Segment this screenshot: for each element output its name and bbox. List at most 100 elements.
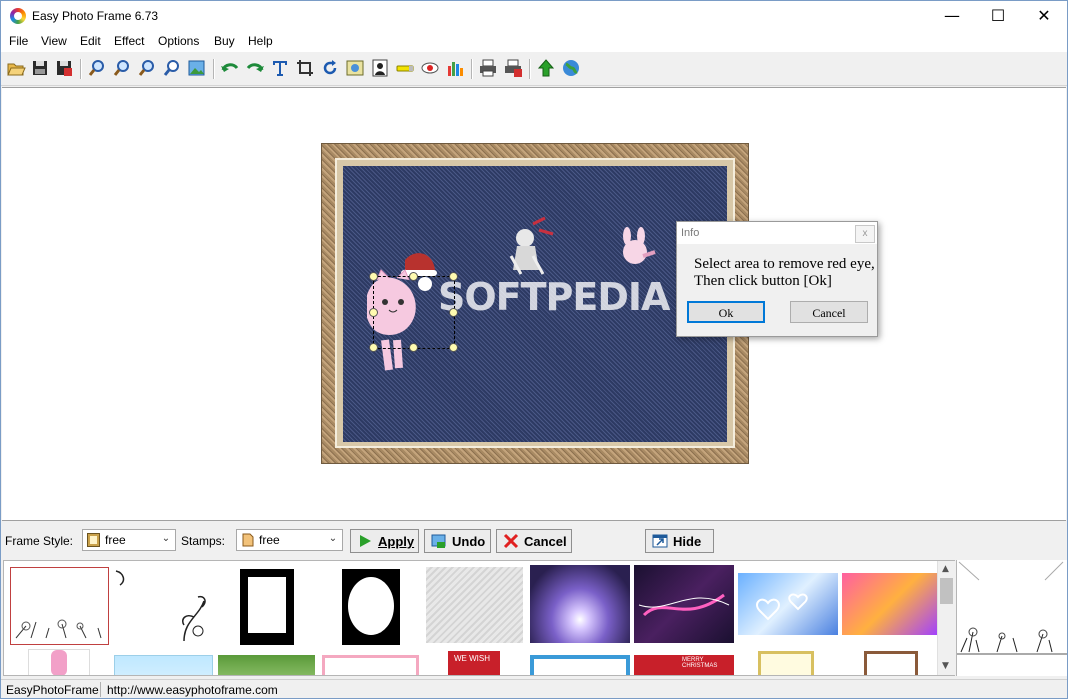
status-bar: EasyPhotoFrame http://www.easyphotoframe… xyxy=(1,679,1067,698)
hide-button[interactable]: Hide xyxy=(645,529,714,553)
menu-file[interactable]: File xyxy=(9,34,28,48)
frame-thumbnail[interactable] xyxy=(322,567,419,645)
undo-image-icon xyxy=(431,534,446,548)
neon-light-frame-image xyxy=(638,593,730,617)
selection-handle[interactable] xyxy=(449,343,458,352)
selection-handle[interactable] xyxy=(449,272,458,281)
stamps-label: Stamps: xyxy=(181,534,226,548)
open-folder-icon[interactable] xyxy=(6,58,26,78)
apply-button[interactable]: Apply xyxy=(350,529,419,553)
toolbar-separator xyxy=(80,59,82,79)
status-url[interactable]: http://www.easyphotoframe.com xyxy=(107,683,278,697)
selection-handle[interactable] xyxy=(369,272,378,281)
zoom-out-icon[interactable] xyxy=(112,58,132,78)
frame-thumbnail[interactable] xyxy=(10,567,109,645)
scroll-up-icon[interactable]: ▲ xyxy=(942,564,949,574)
frame-thumbnail[interactable] xyxy=(530,565,630,643)
add-text-icon[interactable] xyxy=(270,58,290,78)
dialog-title-bar: Info x xyxy=(677,222,877,244)
save-icon[interactable] xyxy=(30,58,50,78)
portrait-icon[interactable] xyxy=(370,58,390,78)
frame-thumbnail[interactable] xyxy=(426,567,523,643)
zoom-in-icon[interactable] xyxy=(87,58,107,78)
frame-thumbnail[interactable] xyxy=(864,651,918,675)
bunny-figure-image xyxy=(623,227,656,264)
menu-effect[interactable]: Effect xyxy=(114,34,144,48)
window-title: Easy Photo Frame 6.73 xyxy=(32,9,159,23)
stamp-icon xyxy=(242,533,254,547)
frame-thumbnail[interactable] xyxy=(634,565,734,643)
adjust-icon[interactable] xyxy=(345,58,365,78)
oval-frame-image xyxy=(342,569,400,645)
brush-icon[interactable] xyxy=(395,58,415,78)
website-icon[interactable] xyxy=(561,58,581,78)
save-as-icon[interactable] xyxy=(54,58,74,78)
stamps-value: free xyxy=(259,533,280,547)
red-eye-icon[interactable] xyxy=(420,58,440,78)
hide-panel-icon xyxy=(652,534,668,548)
scrollbar-thumb[interactable] xyxy=(940,578,953,604)
status-app-name: EasyPhotoFrame xyxy=(6,683,99,697)
dialog-close-button[interactable]: x xyxy=(855,225,875,243)
crop-icon[interactable] xyxy=(295,58,315,78)
frame-preview-image xyxy=(957,560,1067,676)
image-canvas[interactable]: SOFTPEDIA xyxy=(2,87,1066,521)
stamps-select[interactable]: free ⌄ xyxy=(236,529,343,551)
frame-thumbnail[interactable] xyxy=(738,573,838,635)
rotate-icon[interactable] xyxy=(320,58,340,78)
toolbar-separator xyxy=(471,59,473,79)
merry-christmas-label: MERRY CHRISTMAS xyxy=(682,657,718,669)
photo-image[interactable]: SOFTPEDIA xyxy=(343,166,727,442)
hearts-frame-image xyxy=(756,593,808,621)
dialog-ok-button[interactable]: Ok xyxy=(687,301,765,323)
selection-handle[interactable] xyxy=(409,343,418,352)
zoom-fit-icon[interactable] xyxy=(137,58,157,78)
frame-thumbnail[interactable] xyxy=(28,649,90,675)
selection-rectangle[interactable] xyxy=(373,276,455,349)
frame-style-icon xyxy=(87,533,100,547)
selection-handle[interactable] xyxy=(369,343,378,352)
frame-thumbnail[interactable]: WE WISH xyxy=(448,651,500,675)
print-setup-icon[interactable] xyxy=(503,58,523,78)
toolbar-separator xyxy=(529,59,531,79)
redo-icon[interactable] xyxy=(245,58,265,78)
menu-view[interactable]: View xyxy=(41,34,67,48)
menu-edit[interactable]: Edit xyxy=(80,34,101,48)
histogram-icon[interactable] xyxy=(445,58,465,78)
frame-style-select[interactable]: free ⌄ xyxy=(82,529,176,551)
dialog-cancel-button[interactable]: Cancel xyxy=(790,301,868,323)
maximize-button[interactable]: ☐ xyxy=(975,1,1021,31)
scroll-down-icon[interactable]: ▼ xyxy=(942,661,949,671)
chevron-down-icon: ⌄ xyxy=(161,533,171,544)
frame-thumbnail[interactable] xyxy=(218,655,315,675)
selection-handle[interactable] xyxy=(409,272,418,281)
black-border-frame-image xyxy=(240,569,294,645)
menu-help[interactable]: Help xyxy=(248,34,273,48)
update-icon[interactable] xyxy=(536,58,556,78)
undo-button[interactable]: Undo xyxy=(424,529,491,553)
minimize-button[interactable]: — xyxy=(929,1,975,31)
insert-image-icon[interactable] xyxy=(187,58,207,78)
cancel-button[interactable]: Cancel xyxy=(496,529,572,553)
selection-handle[interactable] xyxy=(449,308,458,317)
chevron-down-icon: ⌄ xyxy=(328,533,338,544)
undo-icon[interactable] xyxy=(220,58,240,78)
print-icon[interactable] xyxy=(478,58,498,78)
frame-thumbnail[interactable]: MERRY CHRISTMAS xyxy=(634,655,734,675)
frame-thumbnail[interactable] xyxy=(758,651,814,675)
frame-thumbnail[interactable] xyxy=(842,573,938,635)
frame-thumbnail[interactable] xyxy=(530,655,630,675)
frame-thumbnail[interactable] xyxy=(114,655,213,675)
zoom-actual-icon[interactable] xyxy=(162,58,182,78)
close-button[interactable]: ✕ xyxy=(1021,1,1067,31)
frame-thumbnail[interactable] xyxy=(218,567,315,645)
we-wish-label: WE WISH xyxy=(454,654,490,663)
frame-thumbnail[interactable] xyxy=(322,655,419,675)
menu-buy[interactable]: Buy xyxy=(214,34,235,48)
info-dialog: Info x Select area to remove red eye, Th… xyxy=(676,221,878,337)
status-divider xyxy=(100,682,101,697)
frame-thumbnail[interactable] xyxy=(114,567,211,643)
menu-options[interactable]: Options xyxy=(158,34,199,48)
gallery-scrollbar[interactable]: ▲ ▼ xyxy=(937,561,955,675)
selection-handle[interactable] xyxy=(369,308,378,317)
